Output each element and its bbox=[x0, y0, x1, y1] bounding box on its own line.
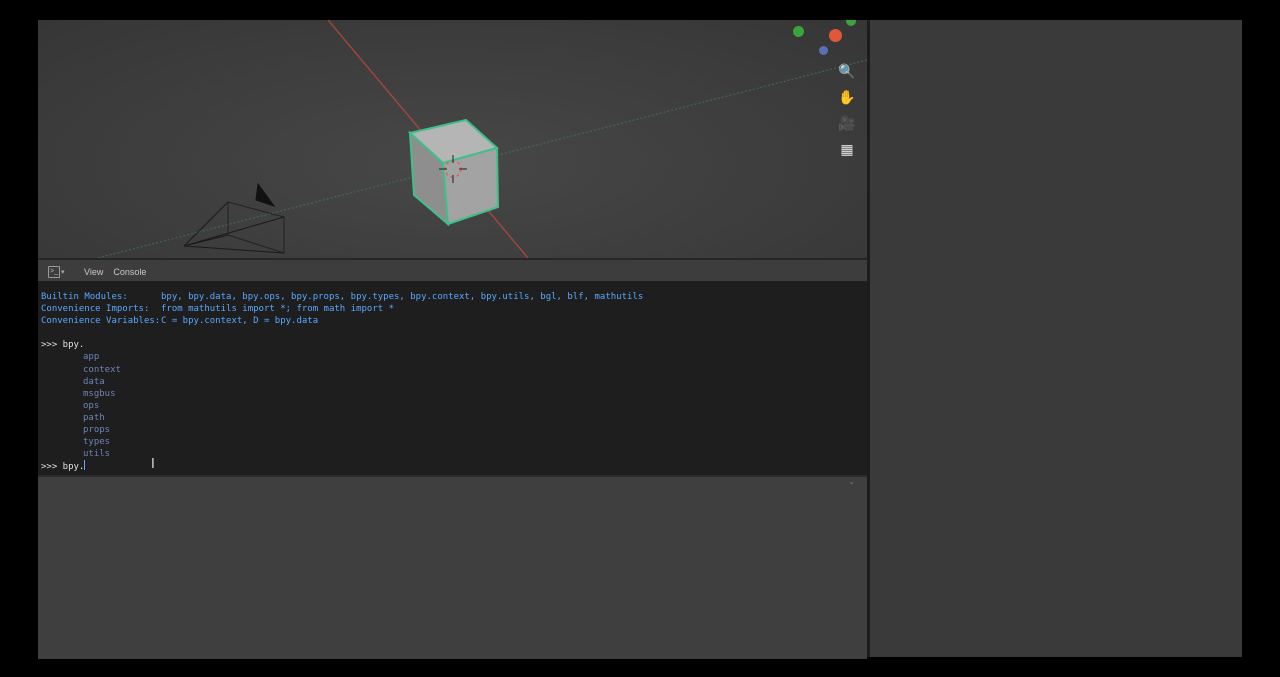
perspective-grid-icon[interactable]: ▦ bbox=[837, 140, 857, 160]
lower-editor-area[interactable]: ⌄ bbox=[38, 475, 867, 659]
info-value: C = bpy.context, D = bpy.data bbox=[161, 316, 319, 327]
camera-view-icon[interactable]: 🎥 bbox=[837, 114, 857, 134]
console-info-line: Convenience Imports: from mathutils impor… bbox=[41, 303, 870, 315]
viewport-scene bbox=[97, 20, 867, 258]
gizmo-z-axis[interactable] bbox=[819, 46, 828, 55]
zoom-icon[interactable]: 🔍 bbox=[837, 62, 857, 82]
collapse-chevron-icon[interactable]: ⌄ bbox=[848, 477, 855, 486]
autocomplete-candidate: utils bbox=[83, 449, 111, 460]
console-editor-icon: >_ bbox=[48, 265, 60, 278]
mouse-ibeam-cursor: I bbox=[151, 457, 155, 472]
info-value: from mathutils import *; from math impor… bbox=[161, 304, 394, 315]
3d-viewport[interactable]: 🔍 ✋ 🎥 ▦ bbox=[38, 20, 867, 258]
autocomplete-candidate: data bbox=[83, 376, 105, 387]
chevron-down-icon: ▾ bbox=[61, 268, 65, 276]
console-prompt-line: >>> bpy. bbox=[41, 340, 85, 351]
menu-view[interactable]: View bbox=[84, 267, 103, 277]
info-key: Builtin Modules: bbox=[41, 292, 128, 302]
autocomplete-candidate: ops bbox=[83, 400, 100, 411]
autocomplete-candidate: types bbox=[83, 437, 111, 448]
gizmo-y-axis-top[interactable] bbox=[846, 20, 856, 26]
console-info-line: Builtin Modules: bpy, bpy.data, bpy.ops, … bbox=[41, 291, 870, 303]
console-input-line[interactable]: >>> bpy. bbox=[41, 460, 870, 472]
info-value: bpy, bpy.data, bpy.ops, bpy.props, bpy.t… bbox=[161, 292, 644, 302]
camera-object[interactable] bbox=[183, 182, 285, 254]
console-info-line: Convenience Variables:C = bpy.context, D… bbox=[41, 315, 870, 327]
blender-window: 🔍 ✋ 🎥 ▦ >_ ▾ View Console Builtin Module… bbox=[38, 20, 1242, 659]
right-side-panel[interactable] bbox=[870, 20, 1242, 657]
console-header: >_ ▾ View Console bbox=[38, 258, 867, 283]
menu-console[interactable]: Console bbox=[113, 267, 146, 277]
autocomplete-candidate: path bbox=[83, 412, 105, 423]
text-caret bbox=[84, 460, 86, 471]
cube-object[interactable] bbox=[407, 118, 500, 227]
python-console[interactable]: Builtin Modules: bpy, bpy.data, bpy.ops, … bbox=[38, 281, 867, 475]
gizmo-x-axis[interactable] bbox=[829, 29, 842, 42]
viewport-nav-tools: 🔍 ✋ 🎥 ▦ bbox=[835, 62, 859, 160]
autocomplete-candidate: props bbox=[83, 425, 111, 436]
info-key: Convenience Variables: bbox=[41, 316, 161, 327]
console-current-input[interactable]: >>> bpy. bbox=[41, 462, 84, 472]
pan-hand-icon[interactable]: ✋ bbox=[837, 88, 857, 108]
autocomplete-candidate: msgbus bbox=[83, 388, 116, 399]
autocomplete-candidate: app bbox=[83, 352, 100, 363]
editor-type-dropdown[interactable]: >_ ▾ bbox=[48, 265, 70, 278]
gizmo-y-axis[interactable] bbox=[793, 26, 804, 37]
info-key: Convenience Imports: bbox=[41, 304, 150, 315]
navigation-gizmo[interactable] bbox=[788, 20, 867, 60]
autocomplete-candidate: context bbox=[83, 364, 121, 375]
